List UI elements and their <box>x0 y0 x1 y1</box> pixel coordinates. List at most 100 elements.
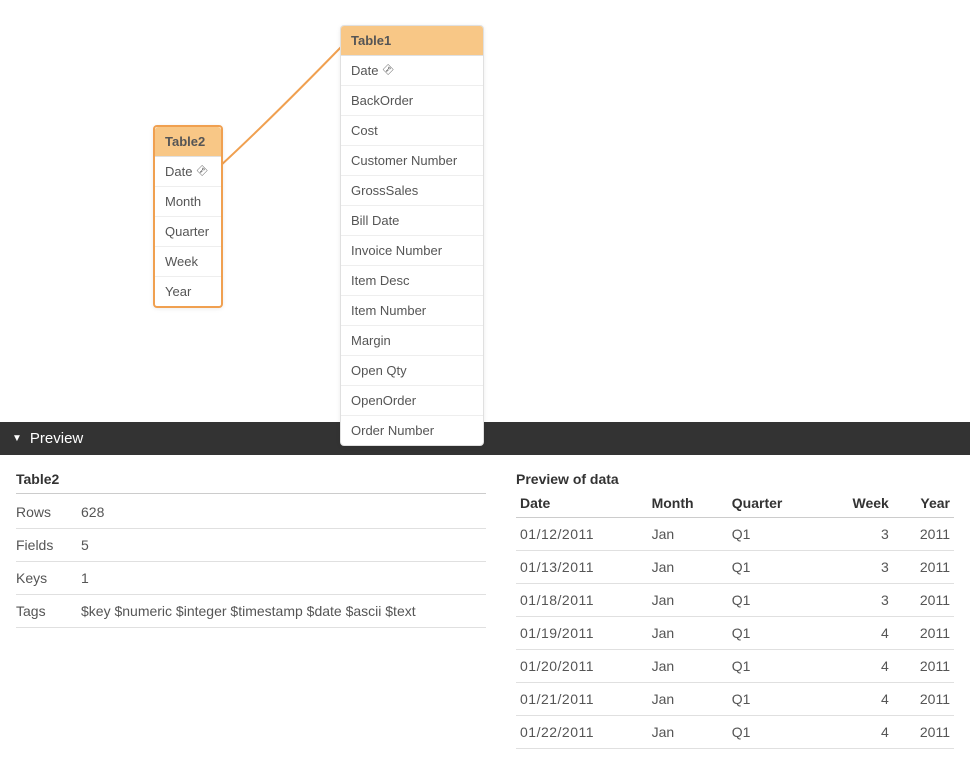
key-icon: ⚿ <box>380 63 395 78</box>
field-item[interactable]: Bill Date <box>341 206 483 236</box>
field-label: Quarter <box>165 224 209 239</box>
field-label: BackOrder <box>351 93 413 108</box>
key-icon: ⚿ <box>194 164 209 179</box>
field-item[interactable]: Customer Number <box>341 146 483 176</box>
table-cell: 2011 <box>893 551 954 584</box>
table-row[interactable]: 01/21/2011JanQ142011 <box>516 683 954 716</box>
field-label: Week <box>165 254 198 269</box>
field-label: Item Desc <box>351 273 410 288</box>
field-label: Month <box>165 194 201 209</box>
field-label: OpenOrder <box>351 393 416 408</box>
field-label: Date <box>165 164 192 179</box>
column-header[interactable]: Year <box>893 489 954 518</box>
stats-row-keys: Keys 1 <box>16 562 486 595</box>
column-header[interactable]: Date <box>516 489 648 518</box>
stats-row-tags: Tags $key $numeric $integer $timestamp $… <box>16 595 486 628</box>
field-item[interactable]: Order Number <box>341 416 483 445</box>
field-item[interactable]: Year <box>155 277 221 306</box>
table-row[interactable]: 01/12/2011JanQ132011 <box>516 518 954 551</box>
table-cell: 01/19/2011 <box>516 617 648 650</box>
field-item[interactable]: Date ⚿ <box>341 56 483 86</box>
data-preview-table: Date Month Quarter Week Year 01/12/2011J… <box>516 489 954 749</box>
table-cell: 01/18/2011 <box>516 584 648 617</box>
table-cell: Q1 <box>728 683 822 716</box>
table-row[interactable]: 01/19/2011JanQ142011 <box>516 617 954 650</box>
table-cell: Q1 <box>728 650 822 683</box>
column-header[interactable]: Month <box>648 489 728 518</box>
triangle-down-icon: ▼ <box>12 433 22 444</box>
field-item[interactable]: Item Number <box>341 296 483 326</box>
data-preview-panel: Preview of data Date Month Quarter Week … <box>516 471 954 749</box>
table-cell: 3 <box>822 584 893 617</box>
stats-value: 5 <box>81 537 486 553</box>
field-label: Bill Date <box>351 213 399 228</box>
field-item[interactable]: Date ⚿ <box>155 157 221 187</box>
table-cell: 2011 <box>893 617 954 650</box>
stats-row-fields: Fields 5 <box>16 529 486 562</box>
table-box-table1[interactable]: Table1 Date ⚿ BackOrder Cost Customer Nu… <box>340 25 484 446</box>
stats-row-rows: Rows 628 <box>16 496 486 529</box>
field-item[interactable]: Margin <box>341 326 483 356</box>
table-row[interactable]: 01/18/2011JanQ132011 <box>516 584 954 617</box>
table-cell: Q1 <box>728 617 822 650</box>
field-label: Cost <box>351 123 378 138</box>
field-item[interactable]: Invoice Number <box>341 236 483 266</box>
table-cell: 01/22/2011 <box>516 716 648 749</box>
field-item[interactable]: BackOrder <box>341 86 483 116</box>
table-cell: 2011 <box>893 716 954 749</box>
column-header[interactable]: Quarter <box>728 489 822 518</box>
field-item[interactable]: Month <box>155 187 221 217</box>
table-cell: 4 <box>822 716 893 749</box>
field-item[interactable]: Cost <box>341 116 483 146</box>
model-canvas[interactable]: Table2 Date ⚿ Month Quarter Week Year Ta… <box>0 0 970 422</box>
table-header-row: Date Month Quarter Week Year <box>516 489 954 518</box>
field-item[interactable]: GrossSales <box>341 176 483 206</box>
preview-body: Table2 Rows 628 Fields 5 Keys 1 Tags $ke… <box>0 455 970 765</box>
preview-title: Preview <box>30 430 83 447</box>
table-cell: Jan <box>648 716 728 749</box>
table-box-table2[interactable]: Table2 Date ⚿ Month Quarter Week Year <box>153 125 223 308</box>
field-item[interactable]: Item Desc <box>341 266 483 296</box>
table-cell: 01/13/2011 <box>516 551 648 584</box>
table-cell: Jan <box>648 518 728 551</box>
stats-value: 1 <box>81 570 486 586</box>
table-header[interactable]: Table2 <box>155 127 221 157</box>
stats-label: Fields <box>16 537 81 553</box>
table-cell: Jan <box>648 584 728 617</box>
table-cell: 2011 <box>893 518 954 551</box>
table-row[interactable]: 01/13/2011JanQ132011 <box>516 551 954 584</box>
table-cell: 4 <box>822 617 893 650</box>
table-cell: Q1 <box>728 518 822 551</box>
field-label: Open Qty <box>351 363 407 378</box>
table-row[interactable]: 01/22/2011JanQ142011 <box>516 716 954 749</box>
stats-label: Tags <box>16 603 81 619</box>
field-item[interactable]: Open Qty <box>341 356 483 386</box>
field-item[interactable]: OpenOrder <box>341 386 483 416</box>
table-cell: 3 <box>822 551 893 584</box>
table-cell: 2011 <box>893 584 954 617</box>
column-header[interactable]: Week <box>822 489 893 518</box>
field-item[interactable]: Quarter <box>155 217 221 247</box>
preview-panel-header[interactable]: ▼ Preview <box>0 422 970 455</box>
table-cell: 01/20/2011 <box>516 650 648 683</box>
stats-title: Table2 <box>16 471 486 494</box>
data-preview-title: Preview of data <box>516 471 954 487</box>
field-label: Margin <box>351 333 391 348</box>
field-label: Customer Number <box>351 153 457 168</box>
table-cell: Jan <box>648 551 728 584</box>
field-label: Order Number <box>351 423 434 438</box>
table-cell: 2011 <box>893 650 954 683</box>
table-cell: 3 <box>822 518 893 551</box>
table-cell: 4 <box>822 683 893 716</box>
stats-label: Keys <box>16 570 81 586</box>
table-cell: Jan <box>648 650 728 683</box>
table-header[interactable]: Table1 <box>341 26 483 56</box>
field-item[interactable]: Week <box>155 247 221 277</box>
field-label: Year <box>165 284 191 299</box>
table-row[interactable]: 01/20/2011JanQ142011 <box>516 650 954 683</box>
table-cell: Q1 <box>728 551 822 584</box>
stats-value: $key $numeric $integer $timestamp $date … <box>81 603 486 619</box>
field-label: GrossSales <box>351 183 418 198</box>
field-label: Item Number <box>351 303 426 318</box>
stats-panel: Table2 Rows 628 Fields 5 Keys 1 Tags $ke… <box>16 471 486 749</box>
